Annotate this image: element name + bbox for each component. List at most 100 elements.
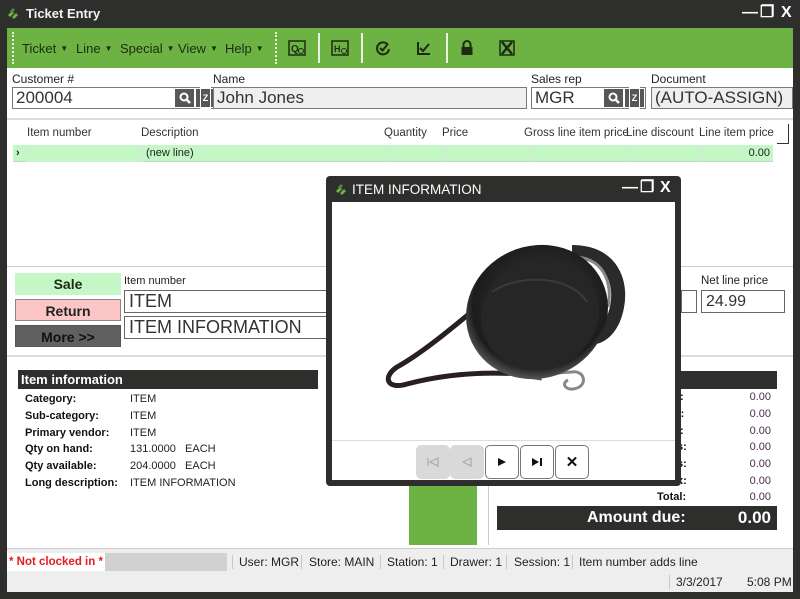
dialog-minimize-button[interactable]: —	[622, 179, 638, 197]
status-drawer: Drawer: 1	[450, 555, 503, 569]
minimize-button[interactable]: —	[742, 4, 758, 22]
sales-rep-value: MGR	[535, 88, 575, 107]
quantity-icon[interactable]: Q	[287, 38, 307, 58]
item-info-label: Sub-category:	[25, 410, 99, 422]
column-header-line-discount[interactable]: Line discount	[626, 127, 694, 139]
column-header-quantity[interactable]: Quantity	[384, 127, 427, 139]
toolbar-separator	[361, 33, 363, 63]
net-line-price-field[interactable]: 24.99	[701, 290, 785, 313]
document-field[interactable]: (AUTO-ASSIGN)	[651, 87, 793, 109]
sales-rep-lookup-button[interactable]	[604, 89, 623, 107]
item-info-value: 131.0000 EACH	[130, 443, 216, 455]
item-info-value: ITEM	[130, 410, 157, 422]
customer-label: Customer #	[12, 72, 75, 86]
menu-view[interactable]: View ▼	[178, 41, 218, 56]
close-dialog-button[interactable]: ✕	[555, 445, 589, 479]
cell-line-discount[interactable]	[630, 145, 703, 162]
cell-quantity[interactable]	[388, 145, 446, 162]
restore-button[interactable]: ❐	[760, 4, 774, 22]
dialog-restore-button[interactable]: ❐	[640, 179, 654, 197]
cell-price[interactable]	[446, 145, 528, 162]
item-info-label: Qty on hand:	[25, 443, 93, 455]
status-bar: * Not clocked in * User: MGR Store: MAIN…	[7, 548, 793, 592]
item-info-label: Qty available:	[25, 460, 97, 472]
name-label: Name	[213, 72, 246, 86]
window-title: Ticket Entry	[26, 6, 101, 21]
menu-ticket[interactable]: Ticket ▼	[22, 41, 68, 56]
app-logo-icon	[8, 8, 18, 19]
product-image	[385, 244, 626, 391]
column-header-description[interactable]: Description	[141, 127, 199, 139]
item-information-dialog: ITEM INFORMATION — ❐ X ✕	[326, 176, 681, 486]
totals-value: 0.00	[749, 425, 771, 437]
toolbar-separator	[318, 33, 320, 63]
menu-line[interactable]: Line ▼	[76, 41, 113, 56]
column-header-line-item-price[interactable]: Line item price	[699, 127, 774, 139]
amount-due-label: Amount due:	[587, 509, 686, 526]
menu-special[interactable]: Special ▼	[120, 41, 175, 56]
line-field-partial[interactable]	[681, 290, 697, 313]
checkmark-icon[interactable]	[414, 38, 434, 58]
more-button[interactable]: More >>	[15, 325, 121, 347]
totals-value: 0.00	[749, 408, 771, 420]
status-separator	[669, 575, 670, 589]
previous-image-button[interactable]	[450, 445, 484, 479]
sale-button[interactable]: Sale	[15, 273, 121, 295]
item-info-value: ITEM	[130, 427, 157, 439]
status-session: Session: 1	[514, 555, 571, 569]
dialog-body: ✕	[332, 202, 675, 480]
void-icon[interactable]	[497, 38, 517, 58]
first-image-button[interactable]	[416, 445, 450, 479]
history-icon[interactable]: H	[330, 38, 350, 58]
clock-status-text: * Not clocked in *	[7, 553, 105, 571]
svg-text:H: H	[334, 44, 341, 54]
cell-description[interactable]: (new line)	[142, 145, 388, 162]
menu-help[interactable]: Help ▼	[225, 41, 264, 56]
row-marker-icon: ›	[16, 147, 20, 159]
sales-rep-field[interactable]: MGR Z	[531, 87, 646, 109]
close-button[interactable]: X	[781, 4, 792, 22]
last-image-button[interactable]	[520, 445, 554, 479]
zoom-icon: Z	[628, 87, 641, 109]
dialog-close-button[interactable]: X	[660, 179, 671, 197]
toolbar: Ticket ▼ Line ▼ Special ▼ View ▼ Help ▼ Q H	[7, 28, 793, 68]
item-info-value: 204.0000 EACH	[130, 460, 216, 472]
return-button[interactable]: Return	[15, 299, 121, 321]
ticket-entry-window: Ticket Entry — ❐ X Ticket ▼ Line ▼ Special…	[0, 0, 800, 599]
item-description-field[interactable]: ITEM INFORMATION	[124, 316, 344, 339]
item-info-value: ITEM INFORMATION	[130, 477, 236, 489]
status-separator	[301, 555, 302, 569]
status-separator	[506, 555, 507, 569]
svg-text:Q: Q	[291, 44, 299, 55]
customer-field[interactable]: 200004 Z	[12, 87, 217, 109]
column-header-gross-price[interactable]: Gross line item price	[524, 127, 629, 139]
dialog-title: ITEM INFORMATION	[352, 182, 482, 197]
table-row[interactable]: › (new line) 0.00	[13, 145, 773, 162]
lock-icon[interactable]	[457, 38, 477, 58]
totals-value: 0.00	[749, 458, 771, 470]
sales-rep-label: Sales rep	[531, 72, 582, 86]
totals-value: 0.00	[749, 441, 771, 453]
cell-line-item-price[interactable]: 0.00	[703, 145, 773, 162]
check-circle-icon[interactable]	[373, 38, 393, 58]
next-image-button[interactable]	[485, 445, 519, 479]
skip-forward-icon	[532, 458, 542, 466]
net-line-price-label: Net line price	[701, 275, 769, 287]
toolbar-grip[interactable]	[275, 32, 277, 64]
cell-gross-price[interactable]	[528, 145, 630, 162]
customer-lookup-button[interactable]	[175, 89, 194, 107]
tender-button[interactable]	[409, 485, 477, 545]
sales-rep-zoom-button[interactable]: Z	[625, 87, 644, 109]
item-info-label: Category:	[25, 393, 77, 405]
column-header-price[interactable]: Price	[442, 127, 468, 139]
status-user: User: MGR	[239, 555, 299, 569]
item-info-label: Long description:	[25, 477, 118, 489]
status-store: Store: MAIN	[309, 555, 375, 569]
name-field[interactable]: John Jones	[213, 87, 527, 109]
item-number-field[interactable]: ITEM	[124, 290, 344, 313]
column-header-item-number[interactable]: Item number	[27, 127, 92, 139]
grid-corner-button[interactable]	[777, 124, 789, 144]
item-info-heading: Item information	[18, 370, 318, 389]
toolbar-grip[interactable]	[12, 32, 14, 64]
cell-item-number[interactable]	[26, 145, 142, 162]
